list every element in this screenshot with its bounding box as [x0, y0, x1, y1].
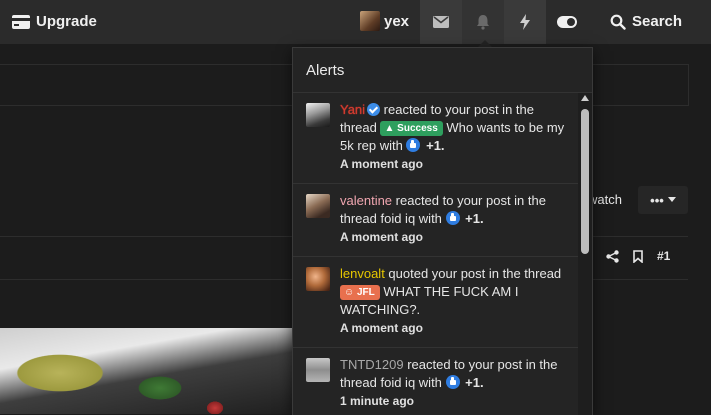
alert-item[interactable]: Yani reacted to your post in the thread …	[293, 93, 578, 184]
avatar	[306, 358, 330, 382]
alerts-button[interactable]	[462, 0, 504, 44]
scroll-up-arrow-icon[interactable]	[581, 95, 589, 101]
more-options-button[interactable]: •••	[638, 186, 688, 214]
alert-time: A moment ago	[340, 321, 423, 335]
alert-time: A moment ago	[340, 230, 423, 244]
like-icon	[445, 211, 460, 225]
avatar	[306, 267, 330, 291]
reaction-label: +1.	[465, 375, 484, 390]
alert-thread-title[interactable]: foid iq with	[380, 211, 445, 226]
post-number-link[interactable]: #1	[657, 249, 670, 263]
credit-card-icon	[12, 14, 30, 29]
search-label: Search	[632, 13, 683, 30]
alert-time: 1 minute ago	[340, 394, 415, 408]
alert-username[interactable]: TNTD1209	[340, 357, 404, 372]
alerts-list: Yani reacted to your post in the thread …	[293, 93, 578, 415]
whats-new-button[interactable]	[504, 0, 546, 44]
jfl-badge: ☺ JFL	[340, 285, 380, 300]
alert-thread-title[interactable]: foid iq with	[380, 375, 445, 390]
search-icon	[610, 14, 626, 30]
alert-item[interactable]: lenvoalt quoted your post in the thread …	[293, 257, 578, 348]
avatar	[306, 194, 330, 218]
upgrade-link[interactable]: Upgrade	[12, 13, 97, 30]
alert-text: quoted your post in the thread	[384, 266, 562, 281]
thumbs-up-icon: ▲	[384, 123, 395, 134]
reaction-label: +1.	[465, 211, 484, 226]
reaction-label: +1.	[426, 138, 445, 153]
laugh-icon: ☺	[344, 287, 355, 298]
upgrade-label: Upgrade	[36, 13, 97, 30]
username-label: yex	[384, 12, 410, 30]
scroll-thumb[interactable]	[581, 109, 589, 254]
post-actions: #1	[606, 249, 670, 263]
avatar	[360, 11, 380, 31]
bolt-icon	[520, 14, 530, 30]
alert-item[interactable]: TNTD1209 reacted to your post in the thr…	[293, 348, 578, 415]
search-button[interactable]: Search	[610, 13, 682, 30]
alert-username[interactable]: Yani	[340, 102, 365, 117]
account-menu[interactable]: yex	[360, 11, 409, 31]
avatar	[306, 103, 330, 127]
badge-label: JFL	[357, 287, 375, 298]
toggle-icon	[557, 16, 577, 28]
alert-item[interactable]: valentine reacted to your post in the th…	[293, 184, 578, 257]
inbox-button[interactable]	[420, 0, 462, 44]
bell-icon	[477, 15, 489, 30]
like-icon	[445, 375, 460, 389]
style-toggle[interactable]	[546, 0, 588, 44]
alerts-title: Alerts	[293, 48, 592, 93]
ellipsis-icon: •••	[650, 192, 664, 208]
envelope-icon	[433, 16, 449, 28]
verified-icon	[367, 103, 381, 116]
top-navbar: Upgrade yex Search	[0, 0, 711, 44]
like-icon	[406, 138, 421, 152]
alerts-dropdown: Alerts Yani reacted to your post in the …	[292, 47, 593, 415]
post-image	[0, 328, 292, 414]
watch-button[interactable]: watch	[588, 192, 622, 207]
alert-time: A moment ago	[340, 157, 423, 171]
alert-username[interactable]: valentine	[340, 193, 392, 208]
success-badge: ▲ Success	[380, 121, 443, 136]
alert-username[interactable]: lenvoalt	[340, 266, 385, 281]
dropdown-caret	[478, 40, 492, 47]
badge-label: Success	[397, 123, 438, 134]
caret-down-icon	[667, 197, 676, 202]
alerts-scrollbar[interactable]	[578, 93, 592, 415]
share-icon[interactable]	[606, 249, 619, 263]
bookmark-icon[interactable]	[633, 249, 643, 263]
